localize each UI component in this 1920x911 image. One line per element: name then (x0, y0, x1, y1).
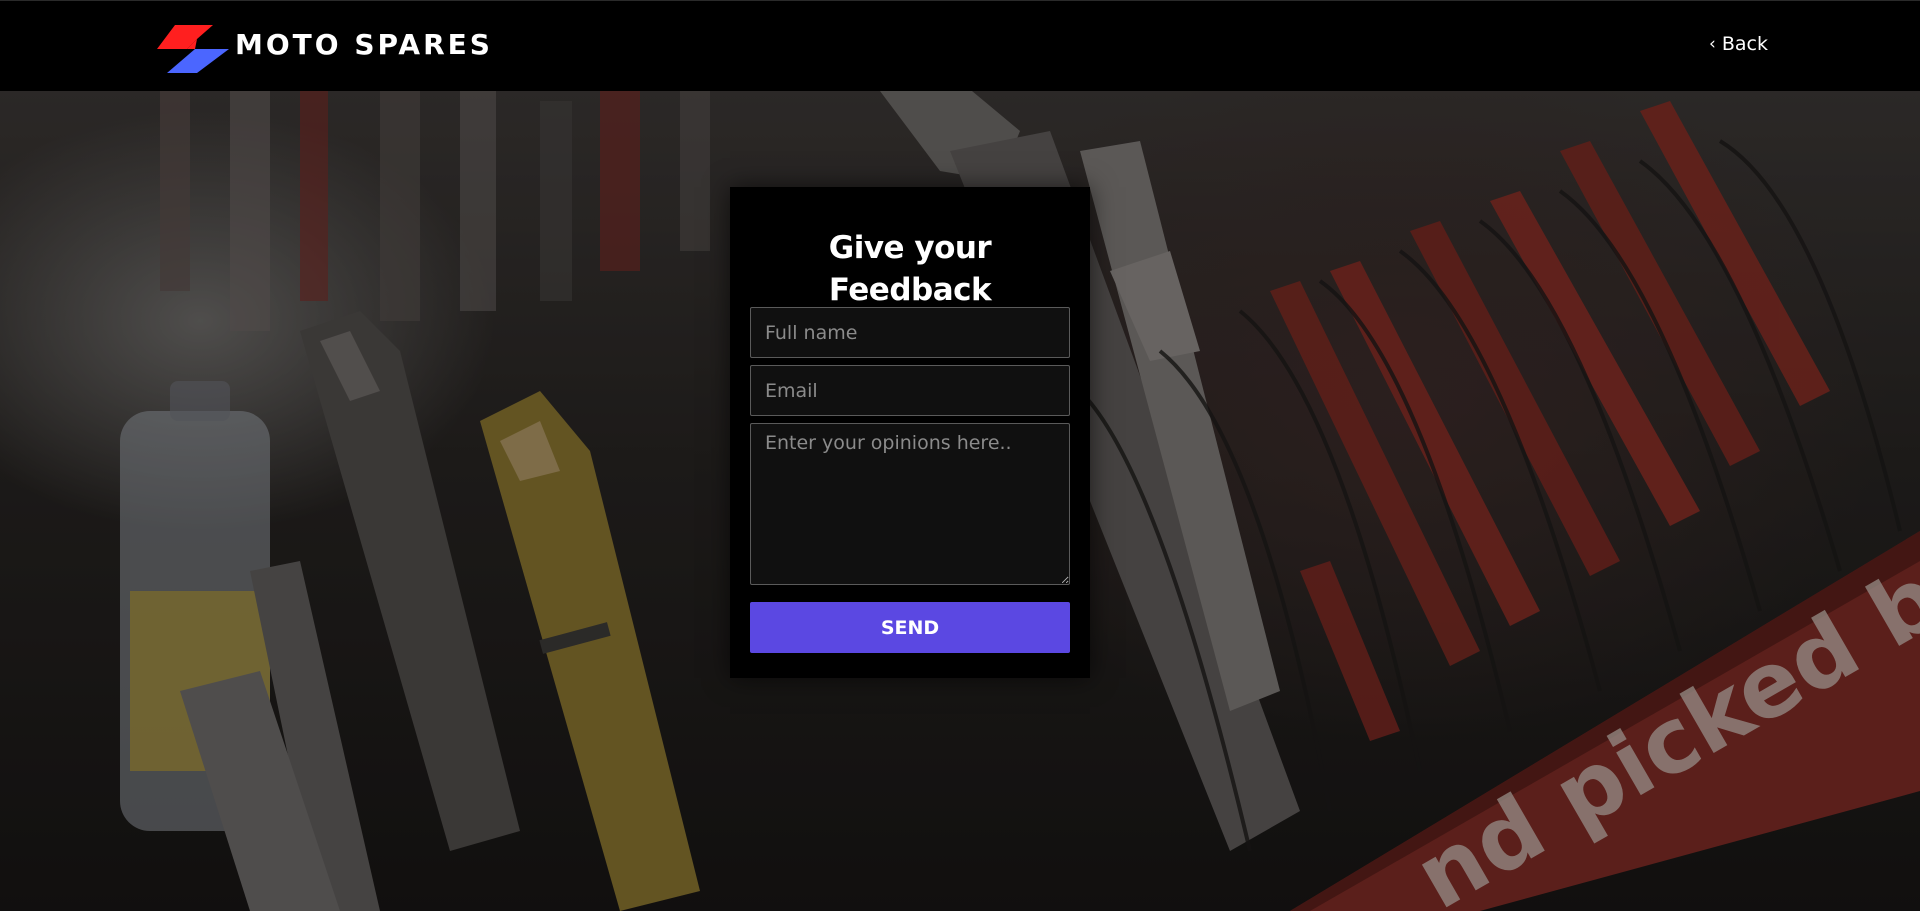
send-button[interactable]: SEND (750, 602, 1070, 653)
form-title: Give your Feedback (828, 230, 992, 308)
full-name-input[interactable] (750, 307, 1070, 358)
top-navbar: MOTO SPARES ‹ Back (0, 0, 1920, 91)
brand-home-link[interactable]: MOTO SPARES (157, 23, 493, 73)
back-link[interactable]: ‹ Back (1709, 33, 1768, 55)
opinion-textarea[interactable] (750, 423, 1070, 585)
feedback-page: MOTO SPARES ‹ Back nd picked by Give you… (0, 0, 1920, 911)
brand-name: MOTO SPARES (235, 28, 493, 61)
moto-spares-logo-icon (157, 25, 229, 73)
back-label: Back (1721, 33, 1768, 55)
chevron-left-icon: ‹ (1709, 33, 1716, 54)
feedback-form: Give your Feedback SEND (730, 187, 1090, 678)
email-input[interactable] (750, 365, 1070, 416)
